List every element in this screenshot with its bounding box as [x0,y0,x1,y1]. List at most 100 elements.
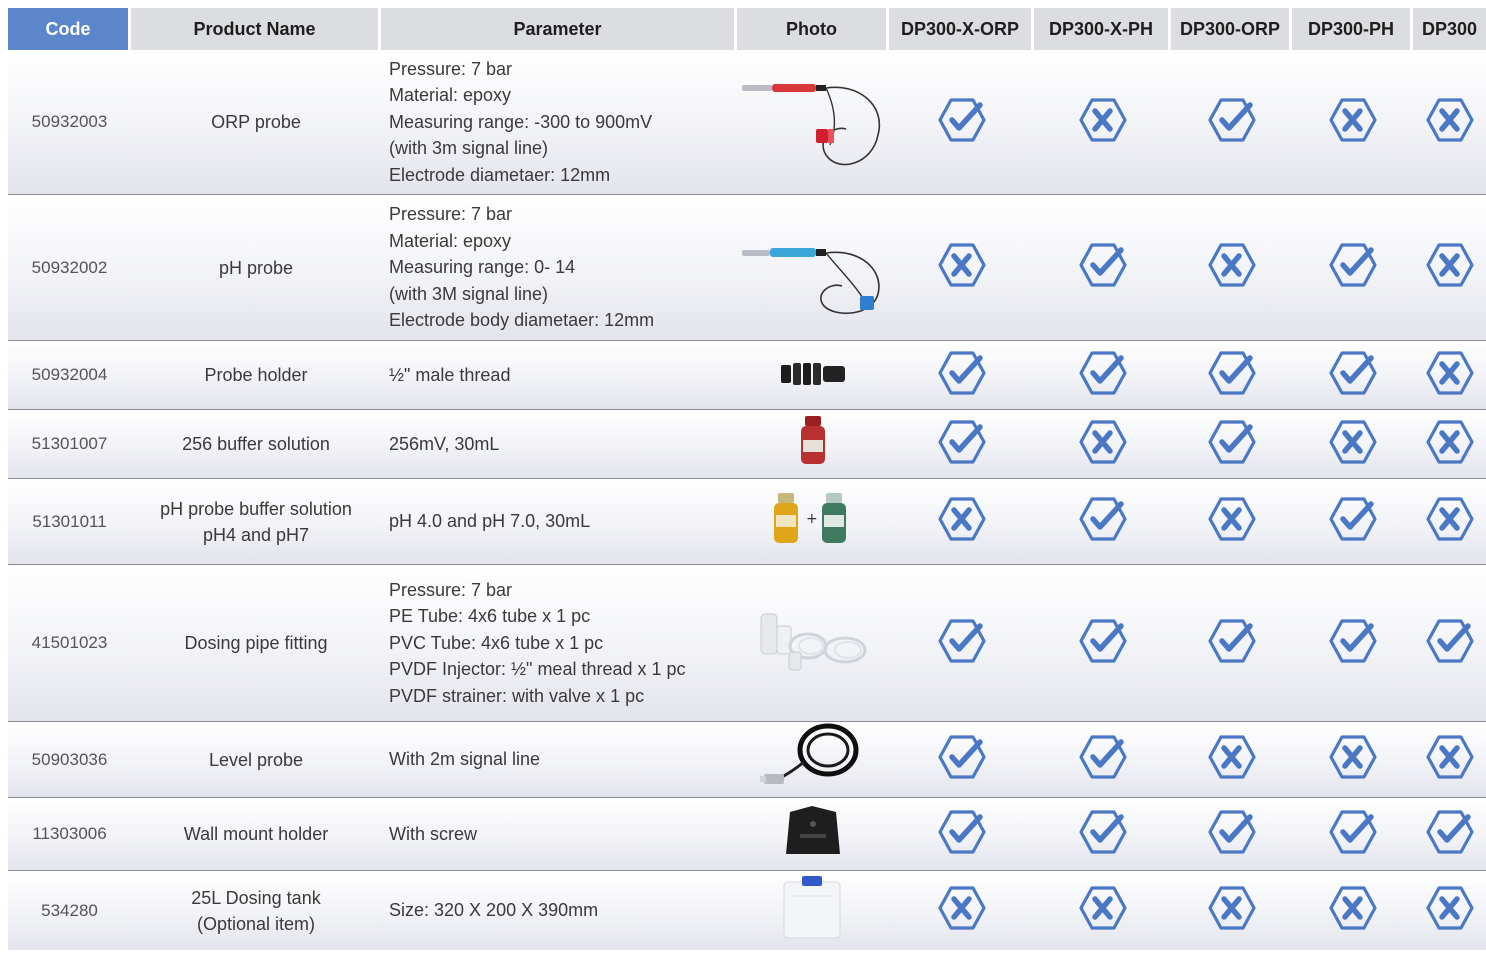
compatibility-cell [889,50,1034,195]
pipe-fitting-image [753,606,873,681]
product-parameters: ½" male thread [381,341,737,410]
product-photo-cell [737,410,889,479]
product-parameters: Pressure: 7 bar Material: epoxy Measuring … [381,195,737,341]
product-parameters: Size: 320 X 200 X 390mm [381,871,737,950]
product-photo-cell [737,341,889,410]
compatibility-cell [889,195,1034,341]
compatibility-cell [1413,565,1486,722]
compatibility-cell [1292,195,1413,341]
product-code: 50932004 [8,341,131,410]
compatibility-cell [889,798,1034,871]
product-parameters: Pressure: 7 bar PE Tube: 4x6 tube x 1 pc P… [381,565,737,722]
check-hexagon-icon [1206,349,1258,402]
product-name-line: Wall mount holder [183,824,329,844]
cross-hexagon-icon [1424,96,1476,149]
product-name: ORP probe [131,50,381,195]
cross-hexagon-icon [1424,241,1476,294]
product-code: 534280 [8,871,131,950]
parameter-line: (with 3m signal line) [389,138,549,159]
check-hexagon-icon [1077,495,1129,548]
product-photo-cell [737,50,889,195]
table-row: 50932002 pH probe Pressure: 7 bar Material:… [8,195,1486,341]
compatibility-cell [1413,871,1486,950]
dosing-tank-image [778,876,848,945]
check-hexagon-icon [1206,418,1258,471]
check-hexagon-icon [1206,96,1258,149]
check-hexagon-icon [1327,349,1379,402]
compatibility-cell [1292,50,1413,195]
compatibility-cell [1171,50,1292,195]
check-hexagon-icon [1327,617,1379,670]
compatibility-cell [1292,722,1413,798]
compatibility-cell [1171,722,1292,798]
check-hexagon-icon [1206,617,1258,670]
product-code: 50932002 [8,195,131,341]
product-parameters: Pressure: 7 bar Material: epoxy Measuring … [381,50,737,195]
parameter-line: Size: 320 X 200 X 390mm [389,900,599,921]
product-parameters: With screw [381,798,737,871]
table-row: 51301011 pH probe buffer solution pH4 and … [8,479,1486,565]
cross-hexagon-icon [1327,418,1379,471]
compatibility-cell [1034,798,1171,871]
check-hexagon-icon [936,808,988,861]
product-name: Dosing pipe fitting [131,565,381,722]
cross-hexagon-icon [1206,884,1258,937]
check-hexagon-icon [1077,733,1129,786]
svg-text:+: + [806,511,818,527]
check-hexagon-icon [1077,241,1129,294]
header-dp300-x-orp: DP300-X-ORP [889,8,1034,50]
cross-hexagon-icon [1424,884,1476,937]
product-code: 51301011 [8,479,131,565]
ph-buffer-bottles-image: + [768,489,858,554]
cross-hexagon-icon [1424,733,1476,786]
compatibility-cell [889,722,1034,798]
compatibility-cell [1292,341,1413,410]
product-parameters: 256mV, 30mL [381,410,737,479]
product-name: Level probe [131,722,381,798]
product-name-line: (Optional item) [196,913,316,934]
compatibility-cell [1171,410,1292,479]
header-row: Code Product Name Parameter Photo DP300-… [8,8,1486,50]
product-name-line: pH probe [218,257,294,278]
header-dp300-orp: DP300-ORP [1171,8,1292,50]
wall-mount-image [778,804,848,865]
product-name-line: ORP probe [211,112,301,132]
parameter-line: Material: epoxy [389,85,512,106]
cross-hexagon-icon [1424,418,1476,471]
product-parameters: pH 4.0 and pH 7.0, 30mL [381,479,737,565]
parameter-line: With screw [389,823,478,844]
parameter-line: (with 3M signal line) [389,283,549,304]
parameter-line: Electrode diametaer: 12mm [389,164,611,185]
compatibility-cell [889,479,1034,565]
product-code: 11303006 [8,798,131,871]
product-name-line: 25L Dosing tank [191,887,321,908]
parameter-line: PVC Tube: 4x6 tube x 1 pc [389,632,604,653]
parameter-line: Electrode body diametaer: 12mm [389,310,655,331]
compatibility-cell [1413,341,1486,410]
product-photo-cell: + [737,479,889,565]
compatibility-cell [1034,565,1171,722]
product-code: 50903036 [8,722,131,798]
table-row: 51301007 256 buffer solution 256mV, 30mL [8,410,1486,479]
compatibility-cell [1034,479,1171,565]
cross-hexagon-icon [1206,241,1258,294]
header-dp300-x-ph: DP300-X-PH [1034,8,1171,50]
cross-hexagon-icon [1327,884,1379,937]
compatibility-cell [1171,565,1292,722]
cross-hexagon-icon [1206,733,1258,786]
product-photo-cell [737,565,889,722]
cross-hexagon-icon [1077,418,1129,471]
header-photo: Photo [737,8,889,50]
table-row: 534280 25L Dosing tank (Optional item) Size… [8,871,1486,950]
compatibility-cell [889,565,1034,722]
product-compatibility-table-wrapper: Code Product Name Parameter Photo DP300-… [8,8,1486,950]
parameter-line: PE Tube: 4x6 tube x 1 pc [389,606,591,627]
cross-hexagon-icon [1424,349,1476,402]
level-probe-image [758,722,868,797]
compatibility-cell [1413,722,1486,798]
compatibility-cell [1034,341,1171,410]
check-hexagon-icon [1424,617,1476,670]
cross-hexagon-icon [1077,884,1129,937]
product-photo-cell [737,871,889,950]
product-compatibility-table: Code Product Name Parameter Photo DP300-… [8,8,1486,950]
